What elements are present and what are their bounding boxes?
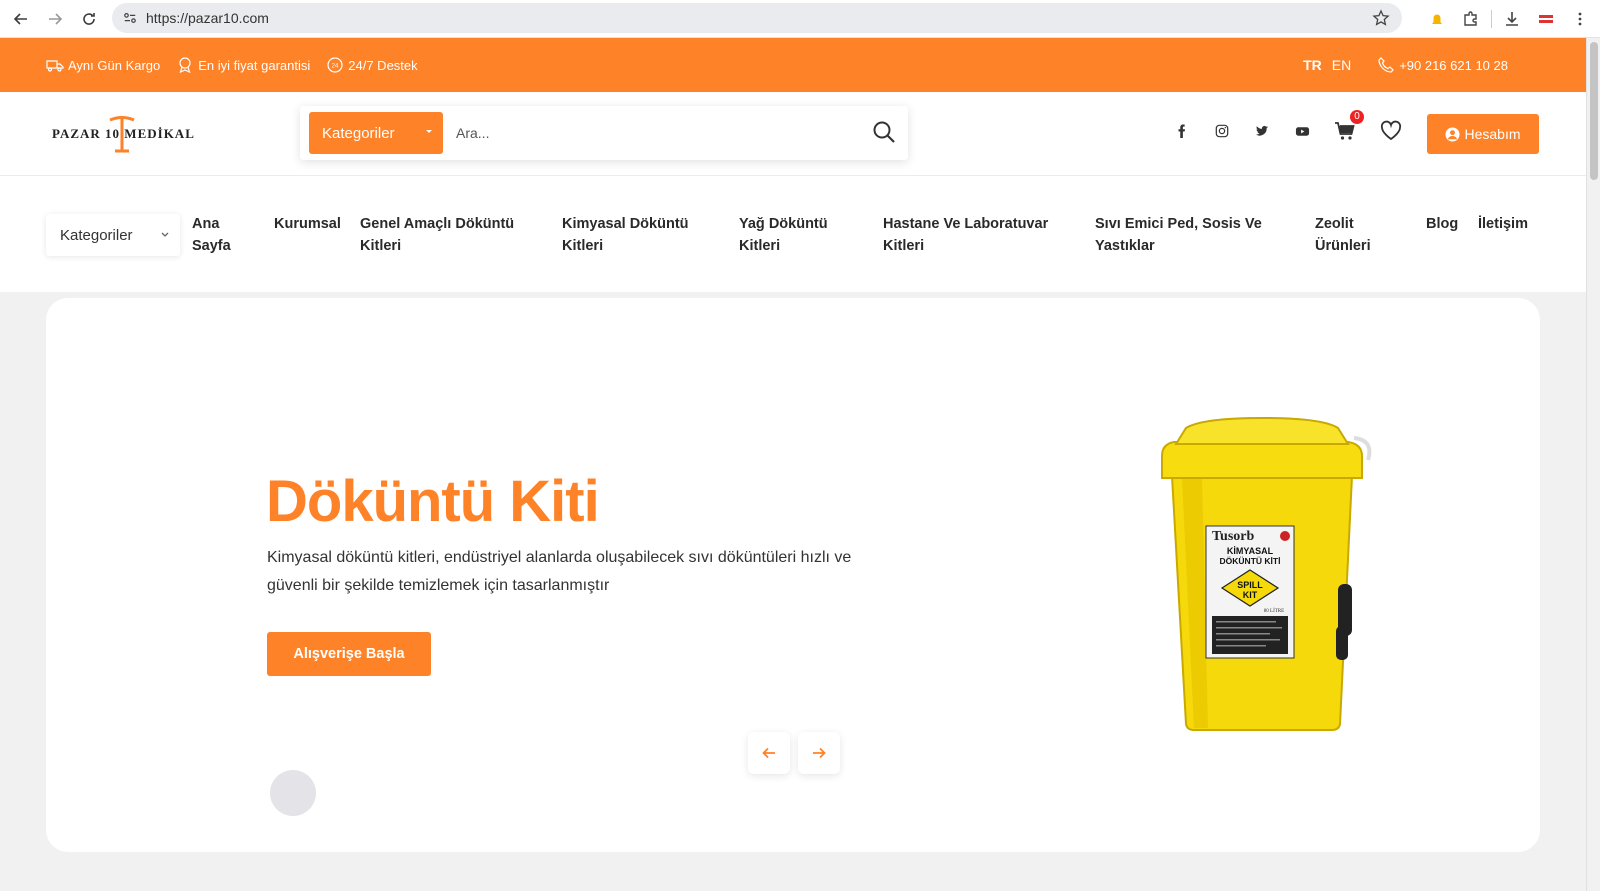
page-scrollbar[interactable]: [1586, 38, 1600, 891]
nav-item-hospital-kits[interactable]: Hastane Ve Laboratuvar Kitleri: [883, 213, 1073, 257]
feature-label: En iyi fiyat garantisi: [198, 57, 311, 73]
download-icon[interactable]: [1498, 5, 1526, 33]
product-label-line1: KİMYASAL: [1227, 546, 1274, 556]
scrollbar-thumb[interactable]: [1590, 42, 1598, 180]
nav-item-corporate[interactable]: Kurumsal: [274, 213, 350, 235]
top-info-bar: Aynı Gün Kargo En iyi fiyat garantisi 24…: [0, 38, 1586, 92]
product-label-line2: DÖKÜNTÜ KİTİ: [1220, 556, 1281, 566]
product-badge-line1: SPILL: [1237, 580, 1263, 590]
language-en[interactable]: EN: [1332, 57, 1351, 73]
nav-item-absorbent-pads[interactable]: Sıvı Emici Ped, Sosis Ve Yastıklar: [1095, 213, 1271, 257]
spill-kit-bin-image: Tusorb KİMYASAL DÖKÜNTÜ KİTİ SPILL KIT 8…: [1161, 416, 1372, 731]
toolbar-divider: [1491, 10, 1492, 28]
site-logo[interactable]: PAZAR 10 MEDİKAL: [52, 114, 212, 154]
start-shopping-button[interactable]: Alışverişe Başla: [267, 632, 431, 676]
facebook-icon[interactable]: [1174, 123, 1190, 139]
nav-item-zeolite[interactable]: Zeolit Ürünleri: [1315, 213, 1385, 257]
svg-text:24: 24: [332, 64, 339, 70]
slider-next-button[interactable]: [798, 732, 840, 774]
product-size-label: 80 LİTRE: [1264, 608, 1284, 614]
browser-menu-icon[interactable]: [1566, 5, 1594, 33]
account-button[interactable]: Hesabım: [1427, 114, 1539, 154]
slider-dot[interactable]: [270, 770, 316, 816]
extensions-puzzle-icon[interactable]: [1457, 5, 1485, 33]
extension-bell-icon[interactable]: [1423, 5, 1451, 33]
social-links: 0: [1174, 110, 1402, 142]
logo-text: PAZAR 10 MEDİKAL: [52, 126, 195, 141]
phone-number: +90 216 621 10 28: [1399, 57, 1508, 73]
nav-item-oil-kits[interactable]: Yağ Döküntü Kitleri: [739, 213, 845, 257]
profile-avatar-icon[interactable]: [1532, 5, 1560, 33]
main-nav: Kategoriler Ana Sayfa Kurumsal Genel Ama…: [0, 176, 1586, 292]
nav-item-contact[interactable]: İletişim: [1478, 213, 1544, 235]
hero-title: Döküntü Kiti: [266, 469, 600, 534]
hero-slider: Döküntü Kiti Kimyasal döküntü kitleri, e…: [46, 298, 1540, 852]
forward-icon[interactable]: [42, 6, 68, 32]
instagram-icon[interactable]: [1214, 123, 1230, 139]
account-label: Hesabım: [1464, 126, 1521, 142]
search-bar: Kategoriler: [300, 106, 908, 160]
site-header: PAZAR 10 MEDİKAL Kategoriler 0: [0, 92, 1586, 176]
bookmark-star-icon[interactable]: [1372, 9, 1390, 27]
address-bar[interactable]: https://pazar10.com: [112, 3, 1402, 33]
product-brand-label: Tusorb: [1212, 529, 1255, 544]
browser-toolbar: https://pazar10.com: [0, 0, 1600, 38]
truck-icon: [46, 60, 64, 72]
nav-item-home[interactable]: Ana Sayfa: [192, 213, 240, 257]
search-input[interactable]: [448, 114, 848, 152]
feature-label: Aynı Gün Kargo: [68, 57, 161, 73]
arrow-left-icon: [762, 747, 775, 759]
phone-icon: [1378, 57, 1395, 73]
url-text[interactable]: https://pazar10.com: [146, 10, 269, 26]
reload-icon[interactable]: [76, 6, 102, 32]
award-icon: [179, 57, 191, 74]
language-tr[interactable]: TR: [1303, 57, 1322, 73]
slider-prev-button[interactable]: [748, 732, 790, 774]
cart-icon[interactable]: 0: [1334, 110, 1364, 142]
nav-item-general-kits[interactable]: Genel Amaçlı Döküntü Kitleri: [360, 213, 528, 257]
youtube-icon[interactable]: [1294, 123, 1310, 139]
arrow-right-icon: [813, 747, 826, 759]
feature-best-price: En iyi fiyat garantisi: [176, 56, 310, 74]
feature-same-day-shipping: Aynı Gün Kargo: [46, 56, 160, 74]
nav-category-dropdown[interactable]: Kategoriler: [46, 214, 180, 256]
cart-count-badge: 0: [1350, 110, 1364, 124]
search-category-label: Kategoriler: [322, 124, 395, 142]
wishlist-heart-icon[interactable]: [1380, 120, 1402, 142]
search-category-select[interactable]: Kategoriler: [309, 112, 443, 154]
chevron-down-icon: [426, 130, 432, 133]
feature-label: 24/7 Destek: [348, 57, 418, 73]
site-settings-icon[interactable]: [120, 8, 140, 28]
nav-item-chemical-kits[interactable]: Kimyasal Döküntü Kitleri: [562, 213, 698, 257]
product-badge-line2: KIT: [1243, 590, 1258, 600]
support-24-icon: 24: [327, 57, 343, 73]
chevron-down-icon: [161, 232, 169, 237]
back-icon[interactable]: [8, 6, 34, 32]
nav-category-label: Kategoriler: [60, 226, 133, 244]
nav-item-blog[interactable]: Blog: [1426, 213, 1466, 235]
twitter-icon[interactable]: [1254, 123, 1270, 139]
search-icon[interactable]: [872, 120, 896, 144]
hero-description: Kimyasal döküntü kitleri, endüstriyel al…: [267, 549, 852, 594]
feature-support: 24 24/7 Destek: [326, 56, 418, 74]
phone-link[interactable]: +90 216 621 10 28: [1377, 56, 1508, 74]
user-circle-icon: [1445, 126, 1461, 142]
